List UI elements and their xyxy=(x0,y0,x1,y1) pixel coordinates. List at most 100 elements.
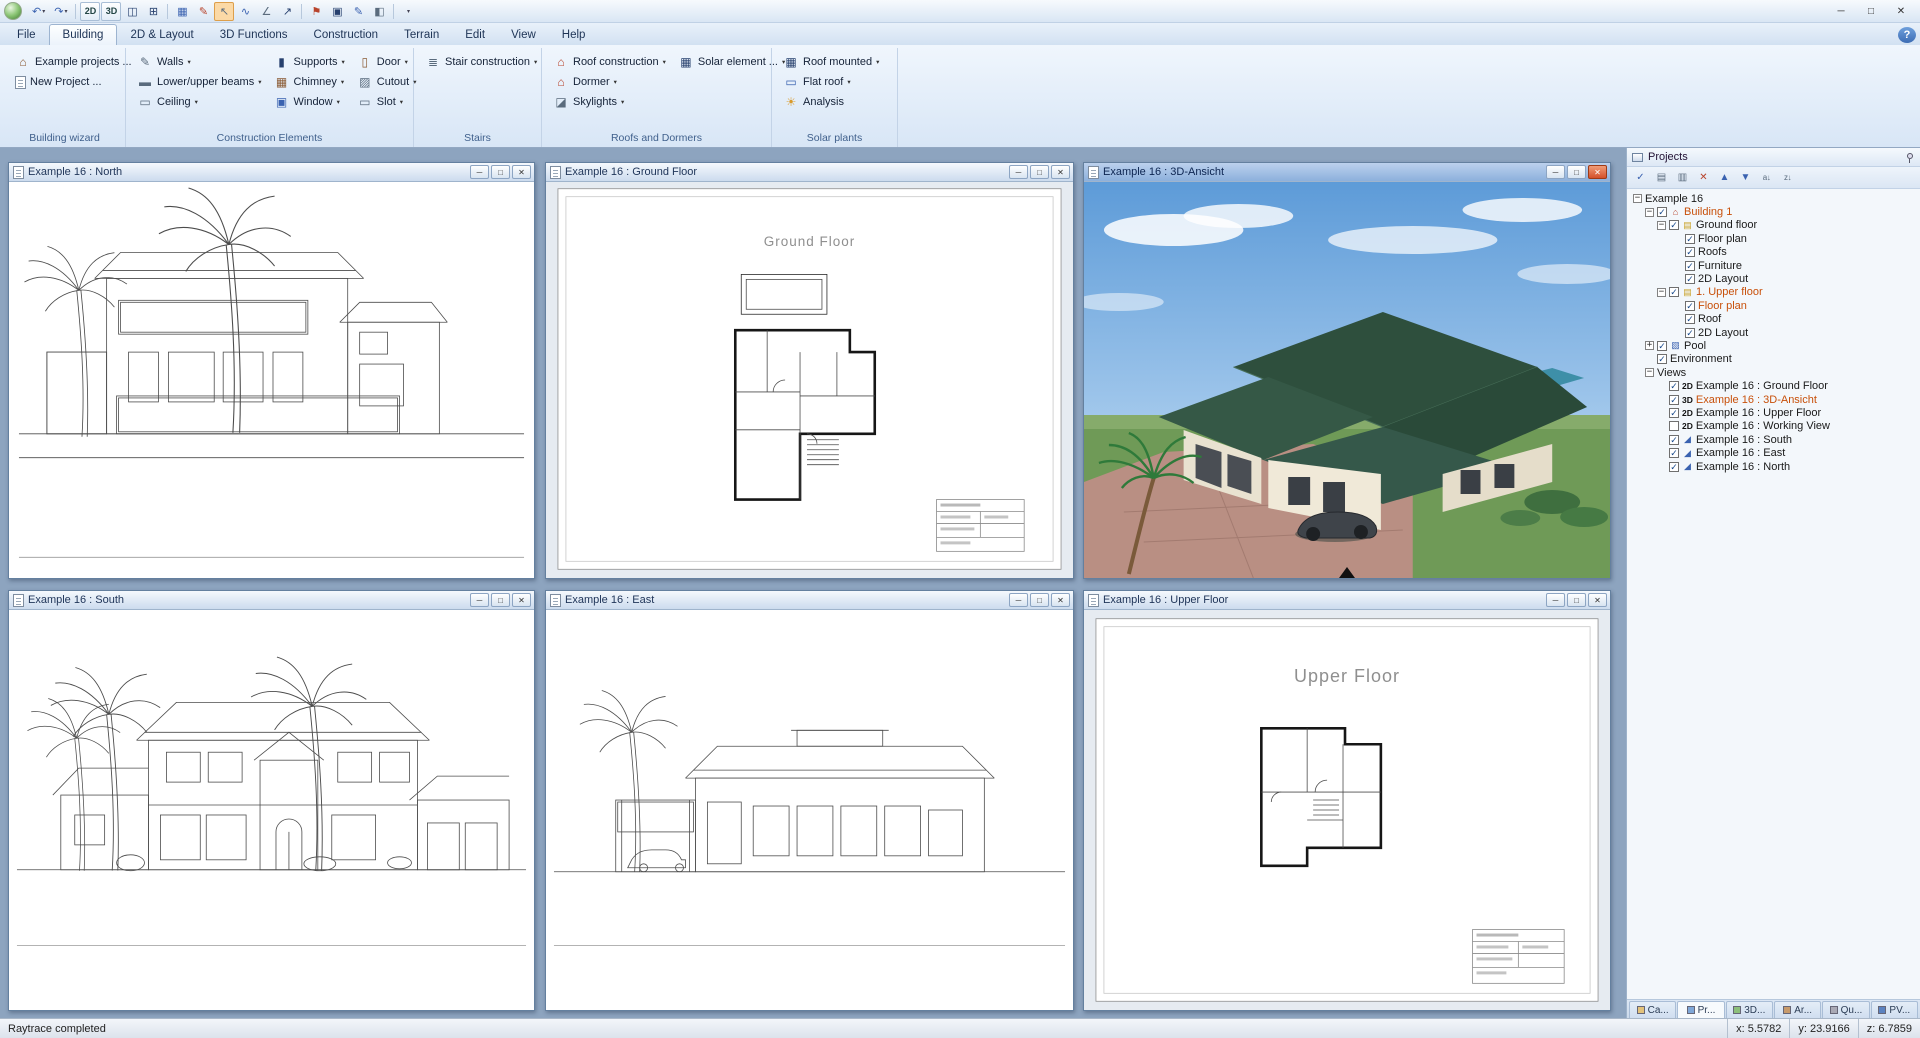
tree-item-view-north[interactable]: ✓◢Example 16 : North xyxy=(1627,460,1920,473)
close-icon[interactable]: ✕ xyxy=(512,165,531,179)
window-east-titlebar[interactable]: Example 16 : East ─ □ ✕ xyxy=(546,591,1073,610)
lower-upper-beams-button[interactable]: ▬Lower/upper beams▾ xyxy=(134,72,265,92)
window-ground-floor-titlebar[interactable]: Example 16 : Ground Floor ─ □ ✕ xyxy=(546,163,1073,182)
supports-button[interactable]: ▮Supports▾ xyxy=(271,52,348,72)
pin-icon[interactable] xyxy=(1904,152,1915,163)
window-3d-titlebar[interactable]: Example 16 : 3D-Ansicht ─ □ ✕ xyxy=(1084,163,1610,182)
3d-render-canvas[interactable] xyxy=(1084,182,1610,578)
checkbox-checked[interactable]: ✓ xyxy=(1669,448,1679,458)
tab-help[interactable]: Help xyxy=(549,25,599,45)
minimize-icon[interactable]: ─ xyxy=(1009,593,1028,607)
redo-button[interactable]: ↷▾ xyxy=(50,2,71,21)
grid-button[interactable]: ▦ xyxy=(172,2,192,21)
window-east[interactable]: Example 16 : East ─ □ ✕ xyxy=(545,590,1074,1011)
tree-item-environment[interactable]: ✓Environment xyxy=(1627,353,1920,366)
south-elevation-canvas[interactable] xyxy=(9,610,534,1010)
dimension-button[interactable]: ↗ xyxy=(277,2,297,21)
tree-item-view-3d-ansicht[interactable]: ✓3DExample 16 : 3D-Ansicht xyxy=(1627,393,1920,406)
window-south-titlebar[interactable]: Example 16 : South ─ □ ✕ xyxy=(9,591,534,610)
delete-button[interactable]: ✕ xyxy=(1694,169,1713,187)
roof-construction-button[interactable]: ⌂Roof construction▾ xyxy=(550,52,669,72)
paint-button[interactable]: ✎ xyxy=(348,2,368,21)
tree-item-example-16[interactable]: −Example 16 xyxy=(1627,192,1920,205)
flat-roof-button[interactable]: ▭Flat roof▾ xyxy=(780,72,882,92)
ground-floor-canvas[interactable]: Ground Floor xyxy=(546,182,1073,578)
skylights-button[interactable]: ◪Skylights▾ xyxy=(550,92,669,112)
checkbox-checked[interactable]: ✓ xyxy=(1669,462,1679,472)
tab-edit[interactable]: Edit xyxy=(452,25,498,45)
close-window-button[interactable]: ✕ xyxy=(1886,2,1916,21)
checkbox-checked[interactable]: ✓ xyxy=(1685,314,1695,324)
minimize-icon[interactable]: ─ xyxy=(1546,165,1565,179)
north-elevation-canvas[interactable] xyxy=(9,182,534,578)
checkbox-checked[interactable]: ✓ xyxy=(1685,328,1695,338)
tree-item-upper-roof[interactable]: ✓Roof xyxy=(1627,313,1920,326)
checkbox-checked[interactable]: ✓ xyxy=(1669,287,1679,297)
apply-button[interactable]: ✓ xyxy=(1631,169,1650,187)
tree-item-ground-floor[interactable]: −✓▤Ground floor xyxy=(1627,219,1920,232)
checkbox-checked[interactable]: ✓ xyxy=(1685,274,1695,284)
tree-item-upper-floor[interactable]: −✓▤1. Upper floor xyxy=(1627,286,1920,299)
close-icon[interactable]: ✕ xyxy=(1051,165,1070,179)
window-button[interactable]: ▣Window▾ xyxy=(271,92,348,112)
collapse-icon[interactable]: − xyxy=(1645,368,1654,377)
help-icon[interactable]: ? xyxy=(1898,27,1916,43)
window-south[interactable]: Example 16 : South ─ □ ✕ xyxy=(8,590,535,1011)
tree-item-building-1[interactable]: −✓⌂Building 1 xyxy=(1627,205,1920,218)
dormer-button[interactable]: ⌂Dormer▾ xyxy=(550,72,669,92)
restore-window-button[interactable]: □ xyxy=(1856,2,1886,21)
tab-3d-functions[interactable]: 3D Functions xyxy=(207,25,301,45)
tree-item-roofs[interactable]: ✓Roofs xyxy=(1627,246,1920,259)
close-icon[interactable]: ✕ xyxy=(1051,593,1070,607)
example-projects-button[interactable]: ⌂ Example projects ... xyxy=(12,52,135,72)
tree-item-floor-plan[interactable]: ✓Floor plan xyxy=(1627,232,1920,245)
new-item-button[interactable]: ▥ xyxy=(1673,169,1692,187)
minimize-icon[interactable]: ─ xyxy=(470,165,489,179)
maximize-icon[interactable]: □ xyxy=(491,593,510,607)
close-icon[interactable]: ✕ xyxy=(1588,165,1607,179)
tab-projects[interactable]: Pr... xyxy=(1677,1001,1724,1018)
sort-desc-button[interactable]: z↓ xyxy=(1778,169,1797,187)
analysis-button[interactable]: ☀Analysis xyxy=(780,92,882,112)
tab-3d[interactable]: 3D... xyxy=(1726,1001,1773,1018)
tree-item-view-working-view[interactable]: 2DExample 16 : Working View xyxy=(1627,420,1920,433)
tab-view[interactable]: View xyxy=(498,25,549,45)
minimize-icon[interactable]: ─ xyxy=(1009,165,1028,179)
select-button[interactable]: ↖ xyxy=(214,2,234,21)
tree-item-upper-floor-plan[interactable]: ✓Floor plan xyxy=(1627,299,1920,312)
view-2d-button[interactable]: 2D xyxy=(80,2,100,21)
tree-item-upper-2d-layout[interactable]: ✓2D Layout xyxy=(1627,326,1920,339)
maximize-icon[interactable]: □ xyxy=(1567,165,1586,179)
view-3d-button[interactable]: 3D xyxy=(101,2,121,21)
roof-mounted-button[interactable]: ▦Roof mounted▾ xyxy=(780,52,882,72)
checkbox-checked[interactable]: ✓ xyxy=(1657,341,1667,351)
checkbox-checked[interactable]: ✓ xyxy=(1685,301,1695,311)
checkbox-checked[interactable]: ✓ xyxy=(1669,408,1679,418)
app-logo[interactable] xyxy=(4,2,22,20)
window-ground-floor[interactable]: Example 16 : Ground Floor ─ □ ✕ xyxy=(545,162,1074,579)
tab-building[interactable]: Building xyxy=(49,24,118,45)
window-upper-floor[interactable]: Example 16 : Upper Floor ─ □ ✕ xyxy=(1083,590,1611,1011)
checkbox-checked[interactable]: ✓ xyxy=(1669,435,1679,445)
tree-item-view-upper-floor[interactable]: ✓2DExample 16 : Upper Floor xyxy=(1627,406,1920,419)
tab-construction[interactable]: Construction xyxy=(301,25,392,45)
close-icon[interactable]: ✕ xyxy=(512,593,531,607)
tab-pv[interactable]: PV... xyxy=(1871,1001,1918,1018)
tab-quantities[interactable]: Qu... xyxy=(1822,1001,1869,1018)
close-icon[interactable]: ✕ xyxy=(1588,593,1607,607)
collapse-icon[interactable]: − xyxy=(1657,288,1666,297)
tree-item-view-east[interactable]: ✓◢Example 16 : East xyxy=(1627,446,1920,459)
east-elevation-canvas[interactable] xyxy=(546,610,1073,1010)
tree-item-pool[interactable]: +✓▧Pool xyxy=(1627,339,1920,352)
window-3d-view[interactable]: Example 16 : 3D-Ansicht ─ □ ✕ xyxy=(1083,162,1611,579)
more-tools-dropdown[interactable]: ▾ xyxy=(398,2,418,21)
minimize-window-button[interactable]: ─ xyxy=(1826,2,1856,21)
checkbox-checked[interactable]: ✓ xyxy=(1685,247,1695,257)
cutout-button[interactable]: ▨Cutout▾ xyxy=(354,72,420,92)
measure-button[interactable]: ∠ xyxy=(256,2,276,21)
upper-floor-canvas[interactable]: Upper Floor xyxy=(1084,610,1610,1010)
tab-file[interactable]: File xyxy=(4,25,49,45)
checkbox-checked[interactable]: ✓ xyxy=(1669,381,1679,391)
door-button[interactable]: ▯Door▾ xyxy=(354,52,420,72)
tree-item-view-south[interactable]: ✓◢Example 16 : South xyxy=(1627,433,1920,446)
